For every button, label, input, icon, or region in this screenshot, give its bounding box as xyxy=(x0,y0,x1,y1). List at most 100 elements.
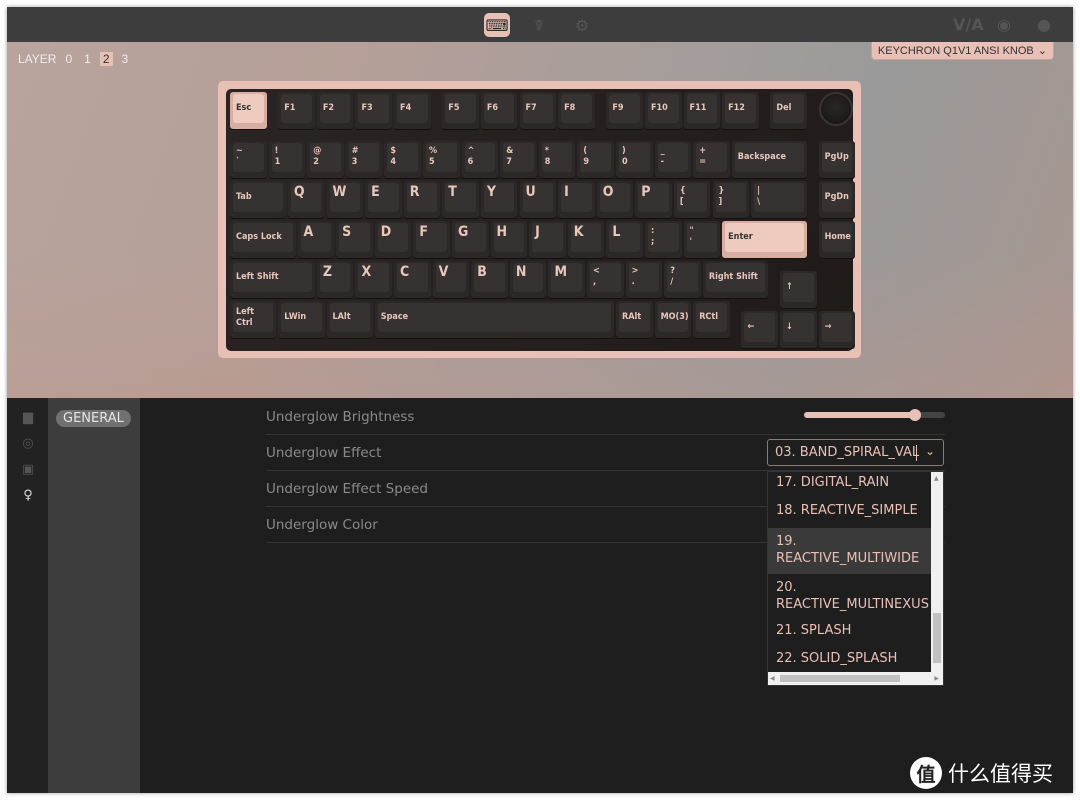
key[interactable]: Esc xyxy=(230,92,267,129)
horizontal-scrollbar[interactable]: ◀ ▶ xyxy=(768,672,943,685)
keyboard-icon[interactable]: ⌨ xyxy=(484,13,510,37)
key[interactable]: Y xyxy=(480,181,518,218)
key[interactable]: Tab xyxy=(230,181,286,218)
key[interactable]: :; xyxy=(644,221,682,258)
option[interactable]: 21. SPLASH xyxy=(768,620,943,648)
key[interactable]: R xyxy=(403,181,441,218)
key[interactable]: ← xyxy=(741,311,779,348)
key[interactable]: Q xyxy=(287,181,325,218)
option[interactable]: 20. REACTIVE_MULTINEXUS xyxy=(768,574,943,620)
key[interactable]: >. xyxy=(625,261,663,298)
key[interactable]: Left Shift xyxy=(230,261,315,298)
effect-select[interactable]: 03. BAND_SPIRAL_VAL ⌄ xyxy=(767,439,944,466)
brightness-slider[interactable] xyxy=(804,409,945,421)
layer-0[interactable]: 0 xyxy=(62,52,75,66)
key[interactable]: $4 xyxy=(384,141,421,178)
key[interactable]: _ - xyxy=(654,141,692,178)
gear-icon[interactable]: ⚙ xyxy=(569,13,595,37)
via-logo[interactable]: V/A xyxy=(953,15,984,34)
submenu-general[interactable]: GENERAL xyxy=(56,410,131,427)
key[interactable]: L xyxy=(606,221,643,258)
layer-1[interactable]: 1 xyxy=(81,52,94,66)
option[interactable]: 17. DIGITAL_RAIN xyxy=(768,472,943,500)
key[interactable]: ~ ` xyxy=(230,141,267,178)
keymap-icon[interactable]: ▆ xyxy=(20,410,36,426)
key[interactable]: ↓ xyxy=(780,311,817,348)
option[interactable]: 19. REACTIVE_MULTIWIDE xyxy=(768,528,943,574)
key[interactable]: F8 xyxy=(558,92,595,129)
key[interactable]: ? / xyxy=(664,261,701,298)
key[interactable]: LAlt xyxy=(326,301,373,338)
key[interactable]: Right Shift xyxy=(702,261,769,298)
key[interactable]: F11 xyxy=(683,92,721,129)
key[interactable]: Home xyxy=(818,221,856,258)
lightbulb-icon[interactable]: ♀ xyxy=(20,488,36,504)
key[interactable]: @2 xyxy=(307,141,344,178)
key[interactable]: F5 xyxy=(442,92,479,129)
rotary-knob[interactable] xyxy=(818,92,853,126)
key[interactable]: ↑ xyxy=(780,271,817,308)
key[interactable]: RCtl xyxy=(693,301,730,338)
key[interactable]: F10 xyxy=(644,92,682,129)
macro-icon[interactable]: ◎ xyxy=(20,436,36,452)
key[interactable]: Left Ctrl xyxy=(230,301,277,338)
github-icon[interactable]: ● xyxy=(1037,15,1051,34)
key[interactable]: ) 0 xyxy=(616,141,653,178)
key[interactable]: K xyxy=(567,221,605,258)
key[interactable]: N xyxy=(509,261,547,298)
key[interactable]: ! 1 xyxy=(268,141,306,178)
key[interactable]: % 5 xyxy=(423,141,460,178)
key[interactable]: F2 xyxy=(316,92,354,129)
key[interactable]: C xyxy=(394,261,431,298)
key[interactable]: F6 xyxy=(480,92,518,129)
key[interactable]: | \ xyxy=(751,181,807,218)
scroll-right-icon[interactable]: ▶ xyxy=(934,675,939,682)
discord-icon[interactable]: ◉ xyxy=(997,15,1011,34)
key[interactable]: V xyxy=(432,261,470,298)
key[interactable]: F1 xyxy=(278,92,315,129)
key[interactable]: D xyxy=(374,221,412,258)
key[interactable]: A xyxy=(297,221,335,258)
key[interactable]: + = xyxy=(693,141,730,178)
key[interactable]: J xyxy=(529,221,566,258)
layer-3[interactable]: 3 xyxy=(119,52,132,66)
stethoscope-icon[interactable]: ☤ xyxy=(526,13,552,37)
key[interactable]: F xyxy=(413,221,450,258)
vertical-scrollbar[interactable]: ▲ xyxy=(931,472,943,674)
key[interactable]: F3 xyxy=(355,92,393,129)
key[interactable]: F7 xyxy=(519,92,557,129)
save-icon[interactable]: ▣ xyxy=(20,462,36,478)
key[interactable]: U xyxy=(519,181,557,218)
keyboard-select[interactable]: KEYCHRON Q1V1 ANSI KNOB ⌄ xyxy=(870,42,1054,60)
key[interactable]: Backspace xyxy=(731,141,807,178)
key[interactable]: Space xyxy=(374,301,614,338)
key[interactable]: F4 xyxy=(394,92,431,129)
key[interactable]: " ' xyxy=(683,221,721,258)
key[interactable]: W xyxy=(326,181,364,218)
key[interactable]: T xyxy=(442,181,479,218)
key[interactable]: (9 xyxy=(577,141,614,178)
key[interactable]: H xyxy=(490,221,528,258)
key[interactable]: <, xyxy=(587,261,624,298)
key[interactable]: Del xyxy=(770,92,807,129)
scroll-up-icon[interactable]: ▲ xyxy=(934,475,939,482)
key[interactable]: → xyxy=(818,311,856,348)
key[interactable]: PgDn xyxy=(818,181,856,218)
key[interactable]: * 8 xyxy=(538,141,576,178)
scroll-left-icon[interactable]: ◀ xyxy=(770,675,775,682)
key[interactable]: S xyxy=(336,221,373,258)
key[interactable]: O xyxy=(596,181,634,218)
key[interactable]: E xyxy=(365,181,402,218)
key[interactable]: Caps Lock xyxy=(230,221,296,258)
key[interactable]: }] xyxy=(712,181,750,218)
layer-2[interactable]: 2 xyxy=(99,52,113,66)
scroll-thumb[interactable] xyxy=(933,613,941,663)
key[interactable]: I xyxy=(558,181,595,218)
option[interactable]: 18. REACTIVE_SIMPLE xyxy=(768,500,943,528)
key[interactable]: MO(3) xyxy=(654,301,692,338)
scroll-thumb[interactable] xyxy=(780,675,900,682)
key[interactable]: X xyxy=(355,261,393,298)
key[interactable]: LWin xyxy=(278,301,325,338)
key[interactable]: ^ 6 xyxy=(461,141,499,178)
key[interactable]: RAlt xyxy=(616,301,653,338)
